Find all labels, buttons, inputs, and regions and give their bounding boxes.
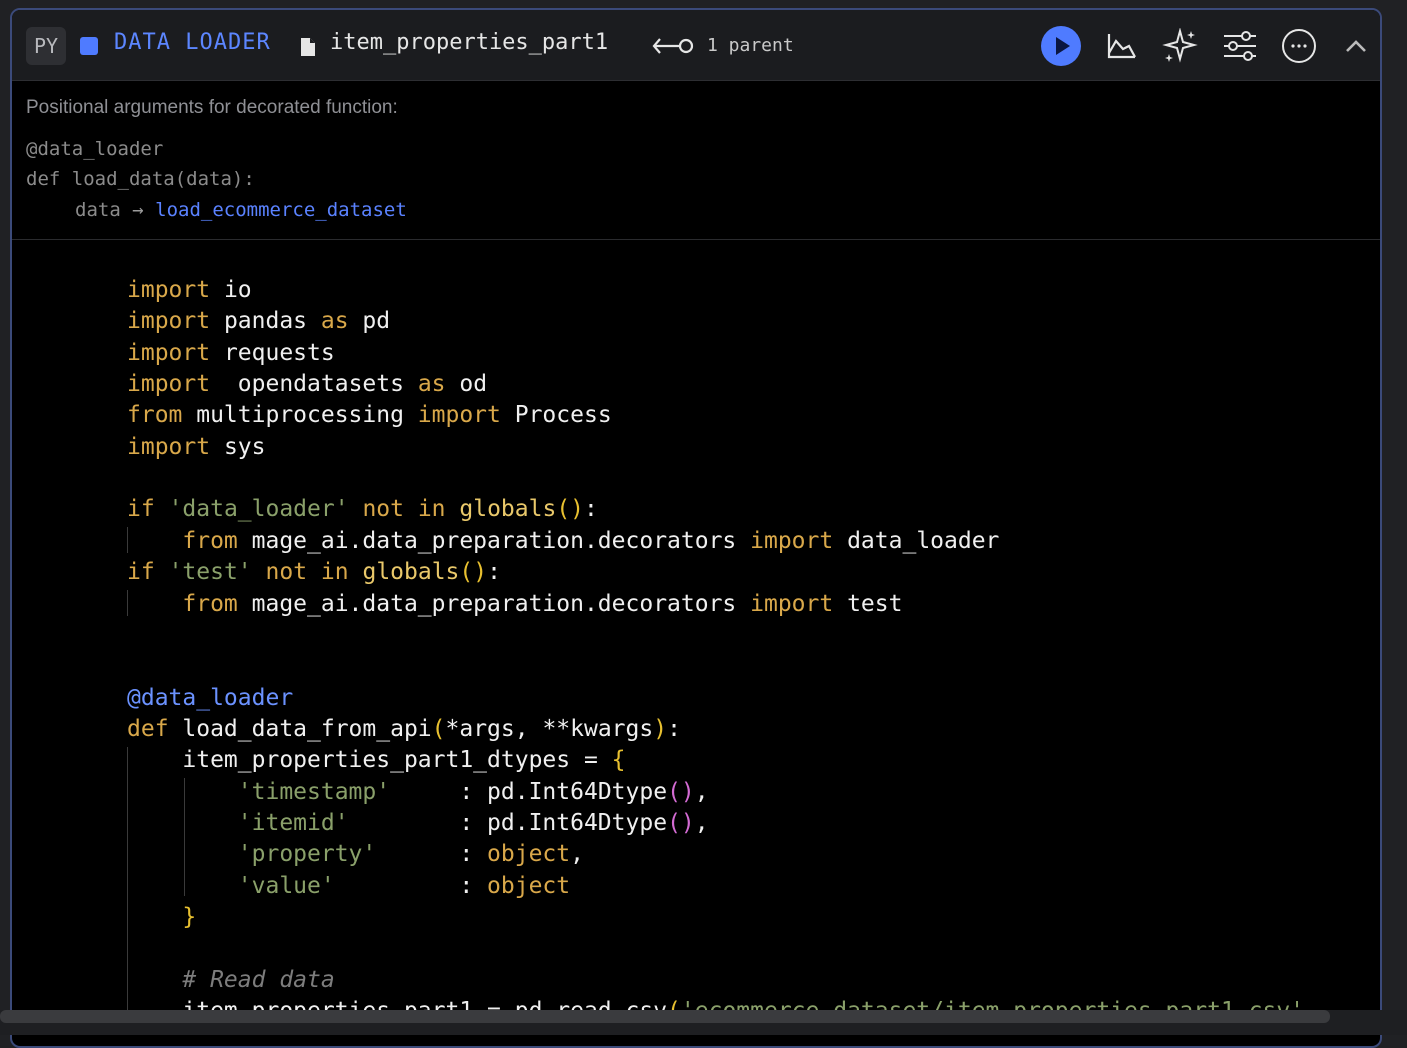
code-line: from mage_ai.data_preparation.decorators…: [182, 591, 903, 617]
code-line: 'property' : object,: [237, 841, 584, 867]
code-line: import requests: [127, 340, 335, 366]
upstream-signature: def load_data(data):: [26, 168, 255, 190]
code-line: 'timestamp' : pd.Int64Dtype(),: [237, 779, 709, 805]
ai-assist-button[interactable]: [1158, 24, 1202, 68]
code-line: item_properties_part1_dtypes = {: [127, 747, 626, 773]
upstream-arg-source-link[interactable]: load_ecommerce_dataset: [155, 199, 407, 221]
language-badge[interactable]: PY: [26, 27, 66, 65]
upstream-args-title: Positional arguments for decorated funct…: [26, 97, 398, 118]
upstream-arg-name: data: [75, 199, 121, 221]
upstream-decorator: @data_loader: [26, 138, 164, 160]
code-line: if 'data_loader' not in globals():: [127, 496, 598, 522]
chart-icon: [1107, 34, 1136, 59]
code-line: import io: [127, 277, 252, 303]
parents-count[interactable]: 1 parent: [707, 35, 794, 56]
code-line: }: [182, 904, 197, 930]
code-line: from mage_ai.data_preparation.decorators…: [182, 528, 1000, 554]
play-icon: [1041, 26, 1081, 66]
block-header: PY DATA LOADER item_properties_part1 1 p…: [12, 10, 1380, 81]
block-type-label[interactable]: DATA LOADER: [114, 30, 271, 55]
code-line: if 'test' not in globals():: [127, 559, 501, 585]
run-button[interactable]: [1039, 24, 1083, 68]
collapse-button[interactable]: [1334, 24, 1378, 68]
more-icon: [1282, 29, 1316, 63]
code-line: 'itemid' : pd.Int64Dtype(),: [237, 810, 709, 836]
code-line: import opendatasets as od: [127, 371, 488, 397]
code-line: import sys: [127, 434, 266, 460]
block-type-color-icon: [80, 37, 98, 55]
code-line: def load_data_from_api(*args, **kwargs):: [127, 716, 681, 742]
file-icon: [299, 37, 317, 61]
chevron-up-icon: [1346, 40, 1366, 52]
sparkle-icon: [1162, 28, 1198, 63]
settings-button[interactable]: [1218, 24, 1262, 68]
parent-link-icon: [652, 35, 698, 61]
upstream-args-panel: Positional arguments for decorated funct…: [12, 81, 1380, 240]
code-line: import pandas as pd: [127, 308, 391, 334]
upstream-arg-row: data → load_ecommerce_dataset: [75, 199, 407, 221]
arrow-icon: →: [132, 199, 144, 221]
block-name[interactable]: item_properties_part1: [330, 30, 608, 55]
code-line: from multiprocessing import Process: [127, 402, 612, 428]
sliders-icon: [1224, 31, 1256, 61]
more-options-button[interactable]: [1277, 24, 1321, 68]
code-block: PY DATA LOADER item_properties_part1 1 p…: [10, 8, 1382, 1048]
code-line: 'value' : object: [237, 873, 571, 899]
charts-button[interactable]: [1100, 24, 1144, 68]
horizontal-scrollbar[interactable]: [0, 1010, 1330, 1023]
code-line: # Read data: [182, 967, 335, 993]
code-line: @data_loader: [127, 685, 294, 711]
